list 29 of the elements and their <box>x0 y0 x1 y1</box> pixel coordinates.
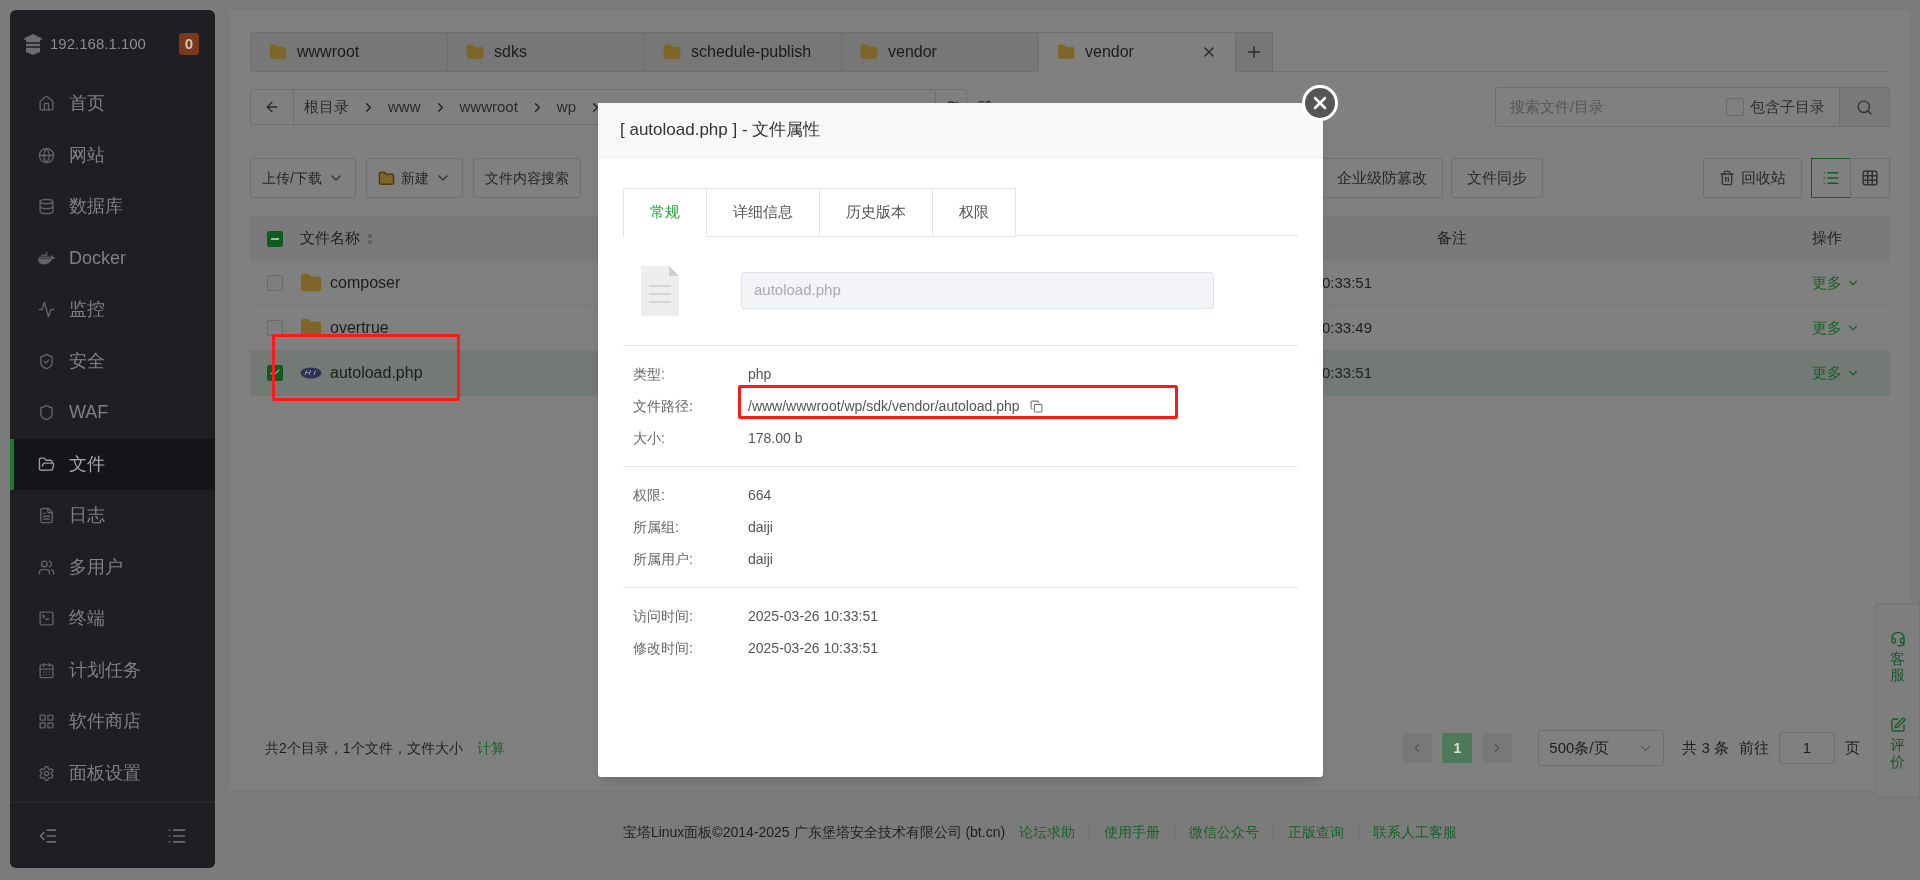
page-unit-label: 页 <box>1845 737 1860 758</box>
property-label: 所属用户: <box>632 549 694 569</box>
property-label: 访问时间: <box>632 606 694 626</box>
property-value: 2025-03-26 10:33:51 <box>748 638 878 658</box>
property-value: 178.00 b <box>748 428 803 448</box>
table-cell: 0:33:49 <box>1322 319 1373 336</box>
property-value: 664 <box>748 485 772 505</box>
table-cell: 0:33:51 <box>1322 364 1373 381</box>
property-value: /www/wwwroot/wp/sdk/vendor/autoload.php <box>748 396 1020 416</box>
column-header: 操作 <box>1812 228 1842 249</box>
property-label: 文件路径: <box>632 396 694 416</box>
property-label: 修改时间: <box>632 638 694 658</box>
property-label: 权限: <box>632 485 666 505</box>
summary-text: 共2个目录，1个文件，文件大小 <box>265 738 463 758</box>
property-label: 所属组: <box>632 517 680 537</box>
table-cell: 0:33:51 <box>1322 274 1373 291</box>
property-value: daiji <box>748 549 773 569</box>
column-header: 备注 <box>1437 228 1467 249</box>
dialog-title: [ autoload.php ] - 文件属性 <box>620 119 821 142</box>
property-value: php <box>748 364 772 384</box>
copyright-text: 宝塔Linux面板©2014-2025 广东堡塔安全技术有限公司 (bt.cn) <box>622 822 1006 842</box>
total-count: 共 3 条 <box>1682 737 1729 758</box>
checkbox-label: 包含子目录 <box>1750 96 1825 117</box>
property-label: 类型: <box>632 364 666 384</box>
host-address: 192.168.1.100 <box>50 33 146 54</box>
goto-label: 前往 <box>1739 737 1769 758</box>
property-value: 2025-03-26 10:33:51 <box>748 606 878 626</box>
property-label: 大小: <box>632 428 666 448</box>
property-value: daiji <box>748 517 773 537</box>
